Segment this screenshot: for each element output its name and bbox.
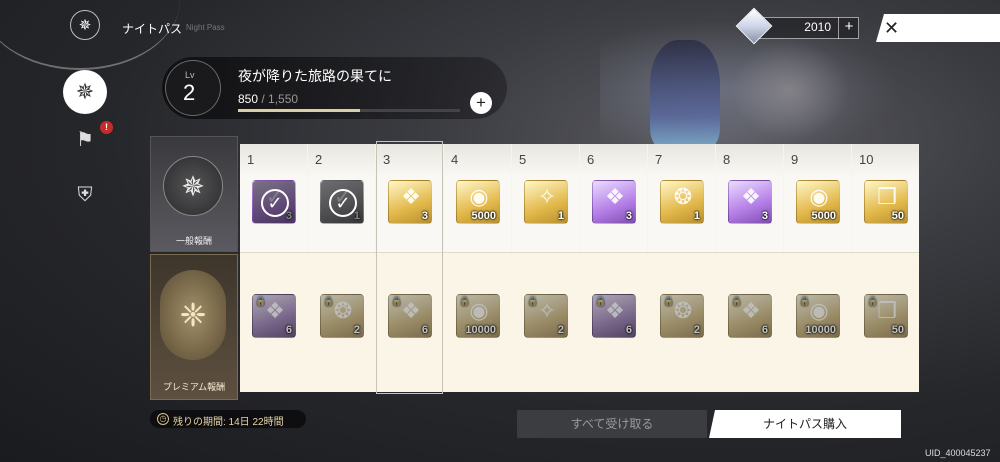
checkmark-icon: ✓: [329, 189, 357, 217]
reward-quantity: 10000: [465, 324, 496, 336]
premium-track-label: プレミアム報酬: [162, 382, 226, 392]
level-number: 10: [859, 152, 874, 167]
reward-quantity: 50: [891, 210, 904, 222]
xp-separator: /: [258, 92, 269, 106]
normal-reward-item[interactable]: ❒ 50: [864, 180, 908, 224]
claimed-overlay: ✓: [321, 181, 363, 223]
character-figure: [650, 40, 720, 150]
xp-text: 850 / 1,550: [238, 92, 298, 106]
reward-quantity: 10000: [805, 324, 836, 336]
notification-badge: !: [100, 121, 113, 134]
reward-item-icon: ❖: [741, 184, 761, 209]
night-pass-compass-icon: ✵: [70, 10, 100, 40]
level-number: 4: [451, 152, 459, 167]
nav-mission-button[interactable]: ⚑: [68, 122, 102, 156]
remaining-time-text: 残りの期間: 14日 22時間: [173, 417, 284, 428]
page-subtitle: Night Pass: [186, 23, 225, 32]
reward-quantity: 6: [761, 324, 768, 336]
currency-value: 2010: [804, 20, 831, 34]
level-label: Lv: [185, 70, 195, 80]
reward-quantity: 2: [557, 324, 564, 336]
lock-icon: 🔒: [731, 296, 743, 306]
premium-reward-item[interactable]: ❖ 6 🔒: [592, 294, 636, 338]
xp-progress-fill: [238, 109, 360, 112]
clock-icon: ◷: [157, 413, 169, 425]
selected-level-outline: [376, 141, 443, 394]
buy-night-pass-button[interactable]: ナイトパス購入: [709, 410, 901, 438]
user-id: UID_400045237: [925, 448, 991, 458]
normal-reward-item[interactable]: ❖ 3: [728, 180, 772, 224]
normal-track-label: 一般報酬: [175, 236, 212, 246]
normal-reward-item[interactable]: ✓1✓: [320, 180, 364, 224]
reward-item-icon: ◉: [809, 184, 829, 209]
reward-item-icon: ✧: [537, 184, 557, 209]
lock-icon: 🔒: [663, 296, 675, 306]
reward-quantity: 3: [625, 210, 632, 222]
lock-icon: 🔒: [323, 296, 335, 306]
reward-quantity: 50: [891, 324, 904, 336]
level-number: 7: [655, 152, 663, 167]
reward-item-icon: ❂: [673, 184, 693, 209]
lock-icon: 🔒: [459, 296, 471, 306]
reward-quantity: 2: [693, 324, 700, 336]
normal-reward-item[interactable]: ◉ 5000: [796, 180, 840, 224]
normal-reward-item[interactable]: ✧ 1: [524, 180, 568, 224]
reward-quantity: 3: [761, 210, 768, 222]
normal-reward-item[interactable]: ✓3✓: [252, 180, 296, 224]
premium-reward-item[interactable]: ◉ 10000 🔒: [456, 294, 500, 338]
level-number: 5: [519, 152, 527, 167]
premium-reward-item[interactable]: ✧ 2 🔒: [524, 294, 568, 338]
nav-shop-button[interactable]: ⛨: [68, 178, 102, 212]
level-number: 9: [791, 152, 799, 167]
add-currency-button[interactable]: +: [838, 17, 859, 39]
xp-max: 1,550: [268, 92, 299, 106]
nav-night-pass-button[interactable]: ✵: [63, 70, 107, 114]
premium-reward-item[interactable]: ❂ 2 🔒: [660, 294, 704, 338]
xp-progress-bar: [238, 109, 460, 112]
level-number: 1: [247, 152, 255, 167]
xp-current: 850: [238, 92, 259, 106]
premium-reward-item[interactable]: ◉ 10000 🔒: [796, 294, 840, 338]
lock-icon: 🔒: [527, 296, 539, 306]
premium-reward-item[interactable]: ❒ 50 🔒: [864, 294, 908, 338]
lock-icon: 🔒: [255, 296, 267, 306]
reward-quantity: 1: [557, 210, 564, 222]
level-number: 2: [315, 152, 323, 167]
level-number: 8: [723, 152, 731, 167]
checkmark-icon: ✓: [261, 189, 289, 217]
reward-item-icon: ❒: [877, 184, 897, 209]
claimed-overlay: ✓: [253, 181, 295, 223]
lock-icon: 🔒: [595, 296, 607, 306]
track-divider: [240, 252, 919, 253]
lock-icon: 🔒: [799, 296, 811, 306]
page-title: ナイトパス: [122, 22, 183, 36]
character-portrait: [730, 40, 850, 140]
reward-quantity: 5000: [811, 210, 836, 222]
close-icon: ✕: [884, 18, 900, 38]
normal-reward-item[interactable]: ❂ 1: [660, 180, 704, 224]
premium-reward-item[interactable]: ❂ 2 🔒: [320, 294, 364, 338]
reward-quantity: 6: [285, 324, 292, 336]
premium-emblem-icon: ❈: [160, 270, 226, 360]
reward-quantity: 1: [693, 210, 700, 222]
premium-reward-item[interactable]: ❖ 6 🔒: [728, 294, 772, 338]
reward-quantity: 5000: [471, 210, 496, 222]
compass-emblem-icon: ✵: [163, 156, 223, 216]
claim-all-button[interactable]: すべて受け取る: [517, 410, 707, 438]
reward-item-icon: ❖: [605, 184, 625, 209]
normal-reward-item[interactable]: ❖ 3: [592, 180, 636, 224]
lock-icon: 🔒: [867, 296, 879, 306]
level-value: 2: [183, 80, 196, 105]
reward-quantity: 2: [353, 324, 360, 336]
normal-reward-item[interactable]: ◉ 5000: [456, 180, 500, 224]
premium-reward-item[interactable]: ❖ 6 🔒: [252, 294, 296, 338]
level-number: 6: [587, 152, 595, 167]
pass-title: 夜が降りた旅路の果てに: [238, 68, 392, 84]
reward-quantity: 6: [625, 324, 632, 336]
buy-level-button[interactable]: +: [470, 92, 492, 114]
reward-item-icon: ◉: [469, 184, 489, 209]
